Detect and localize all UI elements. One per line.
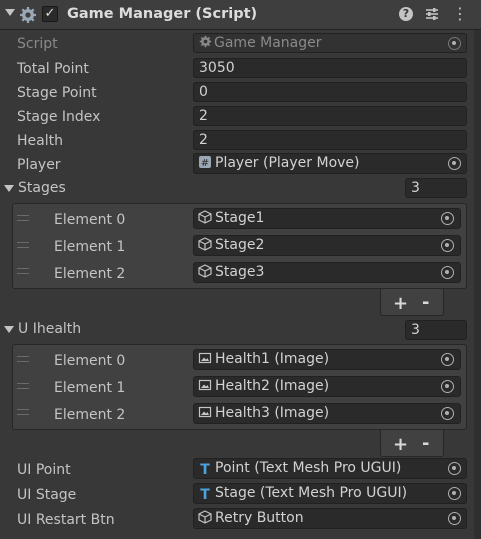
component-title: Game Manager (Script) (67, 6, 258, 22)
prefab-cube-icon (198, 210, 212, 224)
drag-handle-icon[interactable] (17, 409, 29, 415)
ui-stage-object-field[interactable]: T Stage (Text Mesh Pro UGUI) (193, 483, 467, 504)
stages-element-1-value: Stage2 (215, 237, 265, 253)
stage-point-input[interactable]: 0 (193, 82, 467, 102)
ui-point-object-field[interactable]: T Point (Text Mesh Pro UGUI) (193, 458, 467, 479)
text-mesh-pro-icon: T (200, 462, 210, 478)
uihealth-element-2-label: Element 2 (54, 407, 126, 423)
ui-restart-btn-label: UI Restart Btn (17, 512, 115, 528)
object-picker-icon[interactable] (441, 212, 454, 225)
ui-stage-value: Stage (Text Mesh Pro UGUI) (215, 485, 408, 501)
script-file-icon: # (199, 156, 211, 169)
stages-add-remove-bar (380, 289, 444, 316)
drag-handle-icon[interactable] (17, 215, 29, 221)
image-icon (198, 352, 212, 364)
image-icon (198, 379, 212, 391)
drag-handle-icon[interactable] (17, 383, 29, 389)
gear-icon (20, 7, 36, 23)
object-picker-icon[interactable] (441, 239, 454, 252)
total-point-input[interactable]: 3050 (193, 58, 467, 78)
foldout-arrow-icon[interactable] (5, 9, 15, 16)
stages-element-1-label: Element 1 (54, 239, 126, 255)
drag-handle-icon[interactable] (17, 356, 29, 362)
uihealth-remove-button[interactable]: - (422, 435, 429, 453)
uihealth-element-2-field[interactable]: Health3 (Image) (193, 403, 461, 424)
drag-handle-icon[interactable] (17, 268, 29, 274)
object-picker-icon[interactable] (448, 487, 461, 500)
stages-element-0-label: Element 0 (54, 212, 126, 228)
stages-label: Stages (18, 180, 66, 196)
ui-stage-label: UI Stage (17, 487, 77, 503)
object-picker-icon[interactable] (441, 407, 454, 420)
image-icon (198, 406, 212, 418)
object-picker-icon[interactable] (448, 157, 461, 170)
stages-element-0-field[interactable]: Stage1 (193, 208, 461, 229)
stages-foldout-icon[interactable] (4, 185, 14, 192)
uihealth-element-2-value: Health3 (Image) (215, 405, 330, 421)
gear-icon (199, 35, 212, 48)
object-picker-icon[interactable] (448, 37, 461, 50)
stage-index-label: Stage Index (17, 109, 101, 125)
uihealth-element-1-value: Health2 (Image) (215, 378, 330, 394)
uihealth-size-input[interactable]: 3 (405, 320, 467, 340)
ui-restart-btn-value: Retry Button (215, 510, 304, 526)
stages-size-input[interactable]: 3 (405, 178, 467, 198)
total-point-label: Total Point (17, 61, 89, 77)
preset-icon[interactable] (424, 6, 440, 22)
scrollbar[interactable] (474, 30, 481, 539)
uihealth-element-1-field[interactable]: Health2 (Image) (193, 376, 461, 397)
ui-restart-btn-object-field[interactable]: Retry Button (193, 508, 467, 529)
stages-element-0-value: Stage1 (215, 210, 265, 226)
enabled-checkbox[interactable]: ✓ (42, 6, 58, 22)
stages-add-button[interactable]: + (393, 295, 408, 313)
gameobject-cube-icon (198, 510, 212, 524)
stages-element-2-value: Stage3 (215, 264, 265, 280)
stages-element-1-field[interactable]: Stage2 (193, 235, 461, 256)
drag-handle-icon[interactable] (17, 242, 29, 248)
object-picker-icon[interactable] (448, 462, 461, 475)
svg-text:#: # (201, 158, 209, 169)
stage-point-label: Stage Point (17, 85, 97, 101)
object-picker-icon[interactable] (441, 380, 454, 393)
uihealth-add-button[interactable]: + (393, 436, 408, 454)
more-icon[interactable]: ⋮ (452, 5, 468, 23)
script-value: Game Manager (214, 35, 322, 51)
stages-element-2-field[interactable]: Stage3 (193, 262, 461, 283)
stages-remove-button[interactable]: - (422, 294, 429, 312)
uihealth-element-1-label: Element 1 (54, 380, 126, 396)
object-picker-icon[interactable] (448, 512, 461, 525)
uihealth-element-0-label: Element 0 (54, 353, 126, 369)
script-label: Script (17, 36, 58, 52)
uihealth-element-0-field[interactable]: Health1 (Image) (193, 349, 461, 370)
stage-index-input[interactable]: 2 (193, 106, 467, 126)
health-label: Health (17, 133, 63, 149)
prefab-cube-icon (198, 264, 212, 278)
text-mesh-pro-icon: T (200, 487, 210, 503)
uihealth-label: U Ihealth (18, 321, 82, 337)
player-value: Player (Player Move) (215, 155, 360, 171)
ui-point-value: Point (Text Mesh Pro UGUI) (215, 460, 402, 476)
uihealth-element-0-value: Health1 (Image) (215, 351, 330, 367)
script-field[interactable]: Game Manager (193, 33, 467, 53)
player-object-field[interactable]: # Player (Player Move) (193, 153, 467, 174)
player-label: Player (17, 157, 61, 173)
ui-point-label: UI Point (17, 462, 71, 478)
prefab-cube-icon (198, 237, 212, 251)
health-input[interactable]: 2 (193, 130, 467, 150)
uihealth-add-remove-bar (380, 430, 444, 457)
object-picker-icon[interactable] (441, 353, 454, 366)
help-icon[interactable]: ? (399, 7, 413, 21)
stages-element-2-label: Element 2 (54, 266, 126, 282)
uihealth-foldout-icon[interactable] (4, 326, 14, 333)
object-picker-icon[interactable] (441, 266, 454, 279)
